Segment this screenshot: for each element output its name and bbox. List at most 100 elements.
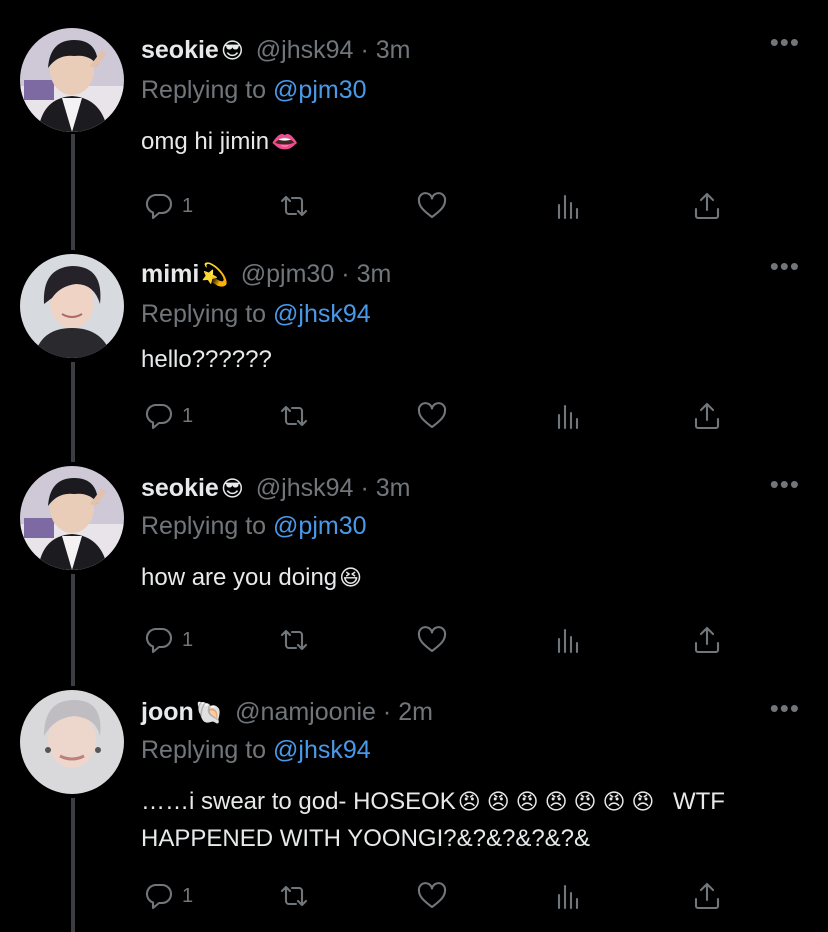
like-icon [417, 402, 447, 429]
name-emoji: 😎 [220, 39, 244, 64]
stats-icon [557, 404, 579, 430]
more-icon[interactable]: ••• [770, 471, 800, 497]
retweet-button[interactable] [278, 878, 310, 914]
separator-dot: · [382, 698, 392, 726]
separator-dot: · [341, 260, 350, 288]
reply-count: 1 [182, 404, 194, 427]
reply-mention-link[interactable]: @pjm30 [273, 512, 366, 540]
replying-to: Replying to @jhsk94 [141, 736, 371, 765]
tweet-header: seokie 😎 @jhsk94 · 3m [141, 36, 411, 70]
name-emoji: 💫 [201, 263, 229, 288]
text-emoji: 😆 [339, 566, 363, 591]
display-name[interactable]: seokie [141, 36, 219, 65]
reply-icon [145, 883, 173, 910]
replying-to: Replying to @pjm30 [141, 512, 367, 541]
handle[interactable]: @pjm30 [241, 260, 334, 289]
like-icon [417, 626, 447, 653]
avatar[interactable] [20, 254, 124, 358]
reply-mention-link[interactable]: @jhsk94 [273, 736, 371, 764]
share-button[interactable] [691, 188, 723, 224]
tweet-text: how are you doing😆 [141, 560, 791, 597]
like-button[interactable] [416, 622, 448, 658]
handle[interactable]: @jhsk94 [256, 36, 354, 65]
action-bar: 1 [140, 188, 740, 224]
timestamp[interactable]: 3m [376, 36, 411, 65]
stats-icon [557, 194, 579, 220]
stats-button[interactable] [553, 622, 585, 658]
replying-prefix: Replying to [141, 512, 267, 540]
retweet-button[interactable] [278, 622, 310, 658]
separator-dot: · [360, 36, 369, 64]
handle[interactable]: @jhsk94 [256, 474, 354, 503]
reply-button[interactable]: 1 [144, 622, 193, 658]
replying-to: Replying to @jhsk94 [141, 300, 371, 329]
action-bar: 1 [140, 878, 740, 914]
like-icon [417, 192, 447, 219]
share-button[interactable] [691, 398, 723, 434]
reply-icon [145, 627, 173, 654]
replying-to: Replying to @pjm30 [141, 76, 367, 105]
share-icon [694, 882, 720, 910]
timestamp[interactable]: 3m [376, 474, 411, 503]
share-button[interactable] [691, 622, 723, 658]
avatar[interactable] [20, 466, 124, 570]
display-name[interactable]: joon [141, 698, 194, 727]
handle[interactable]: @namjoonie [235, 698, 376, 727]
stats-button[interactable] [553, 398, 585, 434]
tweet-text: omg hi jimin👄 [141, 124, 791, 161]
timestamp[interactable]: 3m [357, 260, 392, 289]
like-button[interactable] [416, 398, 448, 434]
tweet-text-content: hello?????? [141, 346, 272, 373]
like-button[interactable] [416, 878, 448, 914]
replying-prefix: Replying to [141, 76, 267, 104]
share-button[interactable] [691, 878, 723, 914]
reply-icon [145, 193, 173, 220]
reply-button[interactable]: 1 [144, 878, 193, 914]
action-bar: 1 [140, 398, 740, 434]
tweet-text: hello?????? [141, 342, 791, 378]
reply-mention-link[interactable]: @pjm30 [273, 76, 366, 104]
stats-icon [557, 884, 579, 910]
display-name[interactable]: mimi [141, 260, 199, 289]
tweet-header: joon 🐚 @namjoonie · 2m [141, 698, 433, 732]
retweet-button[interactable] [278, 398, 310, 434]
tweet-header: seokie 😎 @jhsk94 · 3m [141, 474, 411, 508]
retweet-icon [280, 885, 308, 907]
tweet-text-content: ……i swear to god- HOSEOK [141, 788, 456, 815]
reply-count: 1 [182, 194, 194, 217]
retweet-button[interactable] [278, 188, 310, 224]
share-icon [694, 192, 720, 220]
tweet-text-content: how are you doing [141, 564, 338, 591]
avatar[interactable] [20, 690, 124, 794]
reply-button[interactable]: 1 [144, 188, 193, 224]
text-emoji: 😠😠😠😠😠😠😠 [457, 790, 661, 815]
more-icon[interactable]: ••• [770, 253, 800, 279]
display-name[interactable]: seokie [141, 474, 219, 503]
share-icon [694, 626, 720, 654]
replying-prefix: Replying to [141, 736, 267, 764]
more-icon[interactable]: ••• [770, 695, 800, 721]
tweet[interactable]: joon 🐚 @namjoonie · 2m ••• Replying to @… [0, 676, 828, 932]
separator-dot: · [360, 474, 369, 502]
tweet[interactable]: seokie 😎 @jhsk94 · 3m ••• Replying to @p… [0, 0, 828, 240]
reply-button[interactable]: 1 [144, 398, 193, 434]
reply-mention-link[interactable]: @jhsk94 [273, 300, 371, 328]
tweet-header: mimi 💫 @pjm30 · 3m [141, 260, 391, 294]
tweet[interactable]: mimi 💫 @pjm30 · 3m ••• Replying to @jhsk… [0, 224, 828, 452]
stats-button[interactable] [553, 188, 585, 224]
reply-icon [145, 403, 173, 430]
avatar[interactable] [20, 28, 124, 132]
action-bar: 1 [140, 622, 740, 658]
more-icon[interactable]: ••• [770, 29, 800, 55]
replying-prefix: Replying to [141, 300, 267, 328]
stats-button[interactable] [553, 878, 585, 914]
tweet-text: ……i swear to god- HOSEOK😠😠😠😠😠😠😠 WTF HAPP… [141, 784, 791, 857]
tweet[interactable]: seokie 😎 @jhsk94 · 3m ••• Replying to @p… [0, 452, 828, 680]
retweet-icon [280, 629, 308, 651]
timestamp[interactable]: 2m [398, 698, 433, 727]
text-emoji: 👄 [271, 130, 299, 155]
like-button[interactable] [416, 188, 448, 224]
reply-count: 1 [182, 884, 194, 907]
like-icon [417, 882, 447, 909]
stats-icon [557, 628, 579, 654]
